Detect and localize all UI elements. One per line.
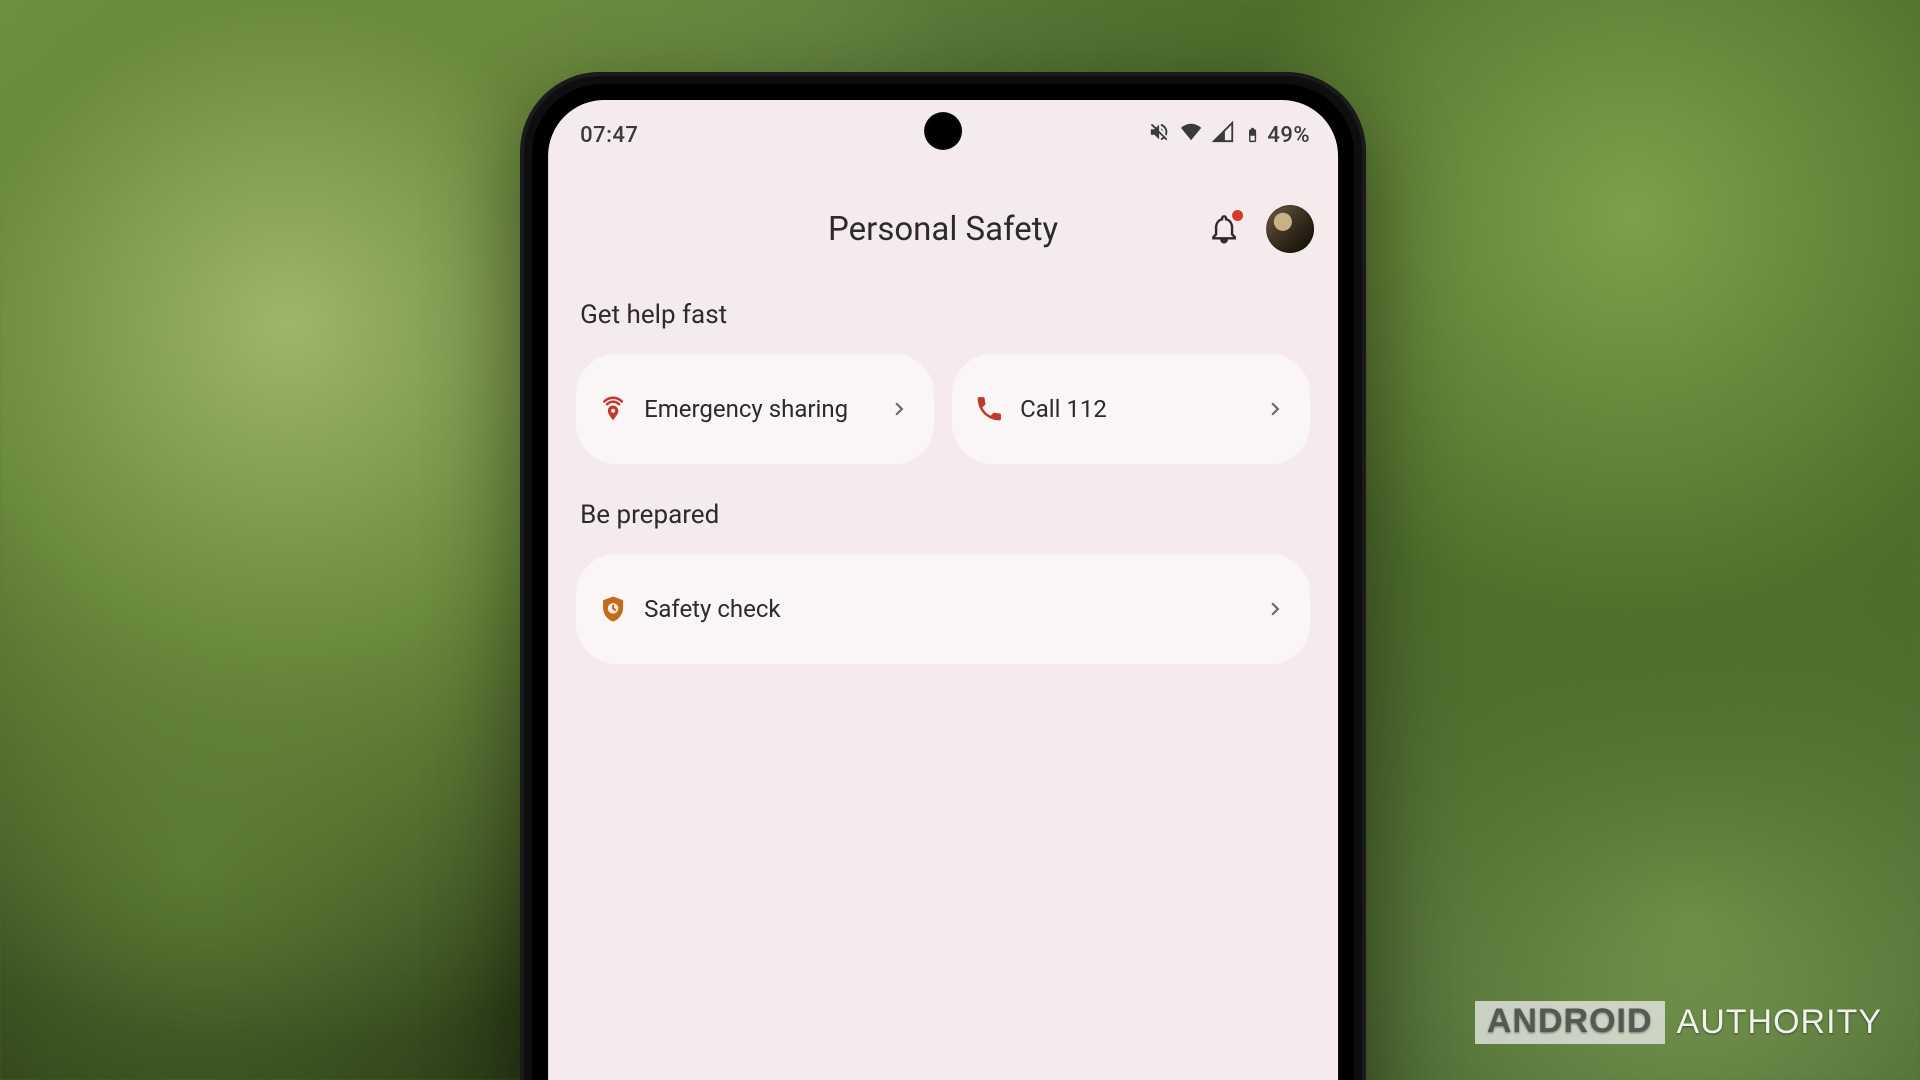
app-header: Personal Safety bbox=[548, 184, 1338, 274]
battery-text: 49% bbox=[1267, 123, 1310, 148]
clock: 07:47 bbox=[580, 123, 638, 148]
phone-screen: 07:47 49% Personal Safety bbox=[548, 100, 1338, 1080]
card-label: Emergency sharing bbox=[644, 394, 870, 424]
content-area: Get help fast Emergency sharing Call 11 bbox=[548, 274, 1338, 664]
page-title: Personal Safety bbox=[828, 210, 1058, 249]
card-label: Safety check bbox=[644, 594, 1246, 624]
wifi-icon bbox=[1180, 121, 1202, 149]
account-avatar[interactable] bbox=[1266, 205, 1314, 253]
battery-indicator: 49% bbox=[1244, 123, 1310, 148]
phone-icon bbox=[974, 394, 1004, 424]
section-title-be-prepared: Be prepared bbox=[580, 500, 1310, 530]
card-call-112[interactable]: Call 112 bbox=[952, 354, 1310, 464]
mute-icon bbox=[1148, 121, 1170, 149]
camera-punch-hole bbox=[926, 114, 960, 148]
watermark-brand-light: AUTHORITY bbox=[1677, 1003, 1882, 1042]
card-label: Call 112 bbox=[1020, 394, 1246, 424]
notifications-button[interactable] bbox=[1208, 213, 1240, 245]
header-actions bbox=[1208, 205, 1314, 253]
notification-dot-icon bbox=[1232, 210, 1243, 221]
shield-clock-icon bbox=[598, 594, 628, 624]
share-location-icon bbox=[598, 394, 628, 424]
chevron-right-icon bbox=[1262, 596, 1288, 622]
card-emergency-sharing[interactable]: Emergency sharing bbox=[576, 354, 934, 464]
card-safety-check[interactable]: Safety check bbox=[576, 554, 1310, 664]
chevron-right-icon bbox=[1262, 396, 1288, 422]
phone-frame: 07:47 49% Personal Safety bbox=[520, 72, 1366, 1080]
watermark: ANDROID AUTHORITY bbox=[1475, 1001, 1882, 1044]
watermark-brand-strong: ANDROID bbox=[1475, 1001, 1665, 1044]
cell-signal-icon bbox=[1212, 121, 1234, 149]
get-help-row: Emergency sharing Call 112 bbox=[576, 354, 1310, 464]
section-title-get-help: Get help fast bbox=[580, 300, 1310, 330]
chevron-right-icon bbox=[886, 396, 912, 422]
status-icons: 49% bbox=[1148, 121, 1310, 149]
